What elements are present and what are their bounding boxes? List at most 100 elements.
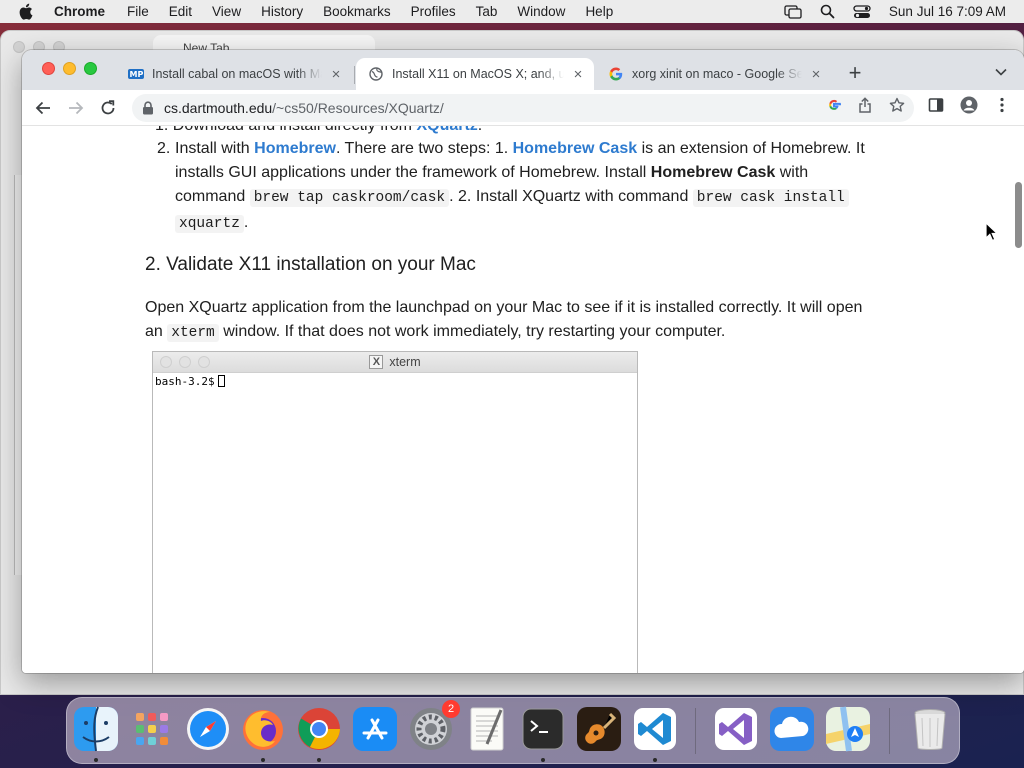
menu-edit[interactable]: Edit — [169, 4, 192, 19]
terminal-icon[interactable] — [520, 706, 566, 752]
profile-avatar-icon[interactable] — [960, 96, 978, 114]
item2-line2-bold: Homebrew Cask — [650, 164, 776, 181]
control-center-icon[interactable] — [853, 4, 871, 19]
item2-text-b: . There are two steps: 1. — [335, 140, 513, 157]
tab-search-chevron-icon[interactable] — [992, 63, 1010, 81]
para2-text-b: window. If that does not work immediatel… — [218, 323, 726, 340]
url-path: /~cs50/Resources/XQuartz/ — [272, 100, 444, 116]
menu-window[interactable]: Window — [517, 4, 565, 19]
tab-google-search[interactable]: xorg xinit on maco - Google Search × — [596, 58, 832, 90]
visualstudio-icon[interactable] — [713, 706, 759, 752]
guitar-icon[interactable] — [576, 706, 622, 752]
reload-icon[interactable] — [97, 97, 119, 119]
homebrew-link[interactable]: Homebrew — [254, 140, 336, 157]
menu-app-name[interactable]: Chrome — [54, 4, 105, 19]
globe-icon — [368, 66, 384, 82]
list-item-2-line1: Install with Homebrew. There are two ste… — [175, 137, 895, 161]
menu-file[interactable]: File — [127, 4, 149, 19]
code-brew-cask-install: brew cask install — [692, 189, 849, 207]
close-tab-icon[interactable]: × — [570, 66, 586, 83]
notification-badge: 2 — [442, 700, 460, 718]
paragraph-line2: an xterm window. If that does not work i… — [145, 320, 905, 345]
item2-line4-period: . — [243, 214, 249, 231]
tab-title: Install X11 on MacOS X; and, using it — [392, 67, 564, 81]
safari-icon[interactable] — [185, 706, 231, 752]
item2-line3-a: command — [175, 188, 250, 205]
xterm-screenshot: X xterm bash-3.2$ — [152, 351, 638, 673]
launchpad-icon[interactable] — [129, 706, 175, 752]
xterm-body: bash-3.2$ — [153, 373, 637, 390]
maps-icon[interactable] — [825, 706, 871, 752]
tab-macports[interactable]: MP Install cabal on macOS with MacPorts … — [116, 58, 352, 90]
trash-icon[interactable] — [907, 706, 953, 752]
running-indicator — [541, 758, 545, 762]
weather-icon[interactable] — [769, 706, 815, 752]
zoom-window-button[interactable] — [84, 62, 97, 75]
mouse-cursor-icon — [985, 221, 999, 242]
xquartz-link[interactable]: XQuartz — [416, 126, 477, 134]
item2-line2-c: with — [775, 164, 809, 181]
menu-view[interactable]: View — [212, 4, 241, 19]
google-lens-icon[interactable] — [825, 96, 843, 114]
list-item-2-line3: command brew tap caskroom/cask. 2. Insta… — [175, 185, 905, 210]
list-item-2-line2: installs GUI applications under the fram… — [175, 161, 895, 185]
menubar-clock[interactable]: Sun Jul 16 7:09 AM — [889, 4, 1006, 19]
bookmark-star-icon[interactable] — [888, 96, 906, 114]
chrome-icon[interactable] — [296, 706, 342, 752]
appstore-icon[interactable] — [352, 706, 398, 752]
back-arrow-icon[interactable] — [32, 97, 54, 119]
xterm-titlebar: X xterm — [153, 352, 637, 373]
apple-icon[interactable] — [18, 3, 34, 21]
menu-bookmarks[interactable]: Bookmarks — [323, 4, 391, 19]
screen-mirroring-icon[interactable] — [784, 4, 802, 19]
vscode-icon[interactable] — [632, 706, 678, 752]
spotlight-search-icon[interactable] — [820, 4, 835, 19]
window-controls — [42, 62, 97, 75]
x11-logo-icon: X — [369, 355, 384, 369]
browser-toolbar: cs.dartmouth.edu/~cs50/Resources/XQuartz… — [22, 90, 1024, 126]
address-bar[interactable]: cs.dartmouth.edu/~cs50/Resources/XQuartz… — [132, 94, 914, 122]
homebrew-cask-link[interactable]: Homebrew Cask — [513, 140, 638, 157]
dock: 2 — [66, 697, 960, 764]
running-indicator — [317, 758, 321, 762]
menu-history[interactable]: History — [261, 4, 303, 19]
tab-title: Install cabal on macOS with MacPorts — [152, 67, 322, 81]
item2-text-c: is an extension of Homebrew. It — [637, 140, 865, 157]
xterm-prompt: bash-3.2$ — [155, 375, 215, 388]
gear-icon[interactable]: 2 — [408, 700, 460, 752]
menu-help[interactable]: Help — [585, 4, 613, 19]
minimize-window-button[interactable] — [63, 62, 76, 75]
share-icon[interactable] — [856, 96, 874, 114]
xterm-window-controls — [160, 356, 210, 368]
textedit-icon[interactable] — [464, 706, 510, 752]
new-tab-button[interactable]: + — [844, 62, 866, 84]
list-item-2-number: 2. — [157, 140, 171, 157]
tab-install-x11[interactable]: Install X11 on MacOS X; and, using it × — [356, 58, 594, 90]
page-scrollbar-thumb[interactable] — [1015, 182, 1022, 248]
menu-profiles[interactable]: Profiles — [411, 4, 456, 19]
lock-icon[interactable] — [142, 101, 156, 115]
item2-line3-b: . 2. Install XQuartz with command — [449, 188, 693, 205]
firefox-icon[interactable] — [240, 706, 286, 752]
side-panel-icon[interactable] — [927, 96, 945, 114]
section-heading: 2. Validate X11 installation on your Mac — [145, 254, 476, 275]
finder-icon[interactable] — [73, 706, 119, 752]
url-host: cs.dartmouth.edu — [164, 100, 273, 116]
macports-icon: MP — [128, 66, 144, 82]
close-window-button[interactable] — [42, 62, 55, 75]
xterm-cursor — [217, 375, 225, 387]
more-menu-icon[interactable] — [993, 96, 1011, 114]
dock-divider — [889, 708, 890, 754]
menu-tab[interactable]: Tab — [476, 4, 498, 19]
tab-separator — [354, 66, 355, 84]
code-xterm: xterm — [167, 324, 219, 342]
forward-arrow-icon[interactable] — [65, 97, 87, 119]
item2-text-a: Install with — [175, 140, 255, 157]
address-bar-url[interactable]: cs.dartmouth.edu/~cs50/Resources/XQuartz… — [164, 100, 444, 116]
close-tab-icon[interactable]: × — [328, 66, 344, 83]
paragraph-line1: Open XQuartz application from the launch… — [145, 299, 863, 316]
para2-text-a: an — [145, 323, 168, 340]
list-item-1-text: 1. Download and install directly from — [155, 126, 416, 134]
tab-title: xorg xinit on maco - Google Search — [632, 67, 802, 81]
close-tab-icon[interactable]: × — [808, 66, 824, 83]
